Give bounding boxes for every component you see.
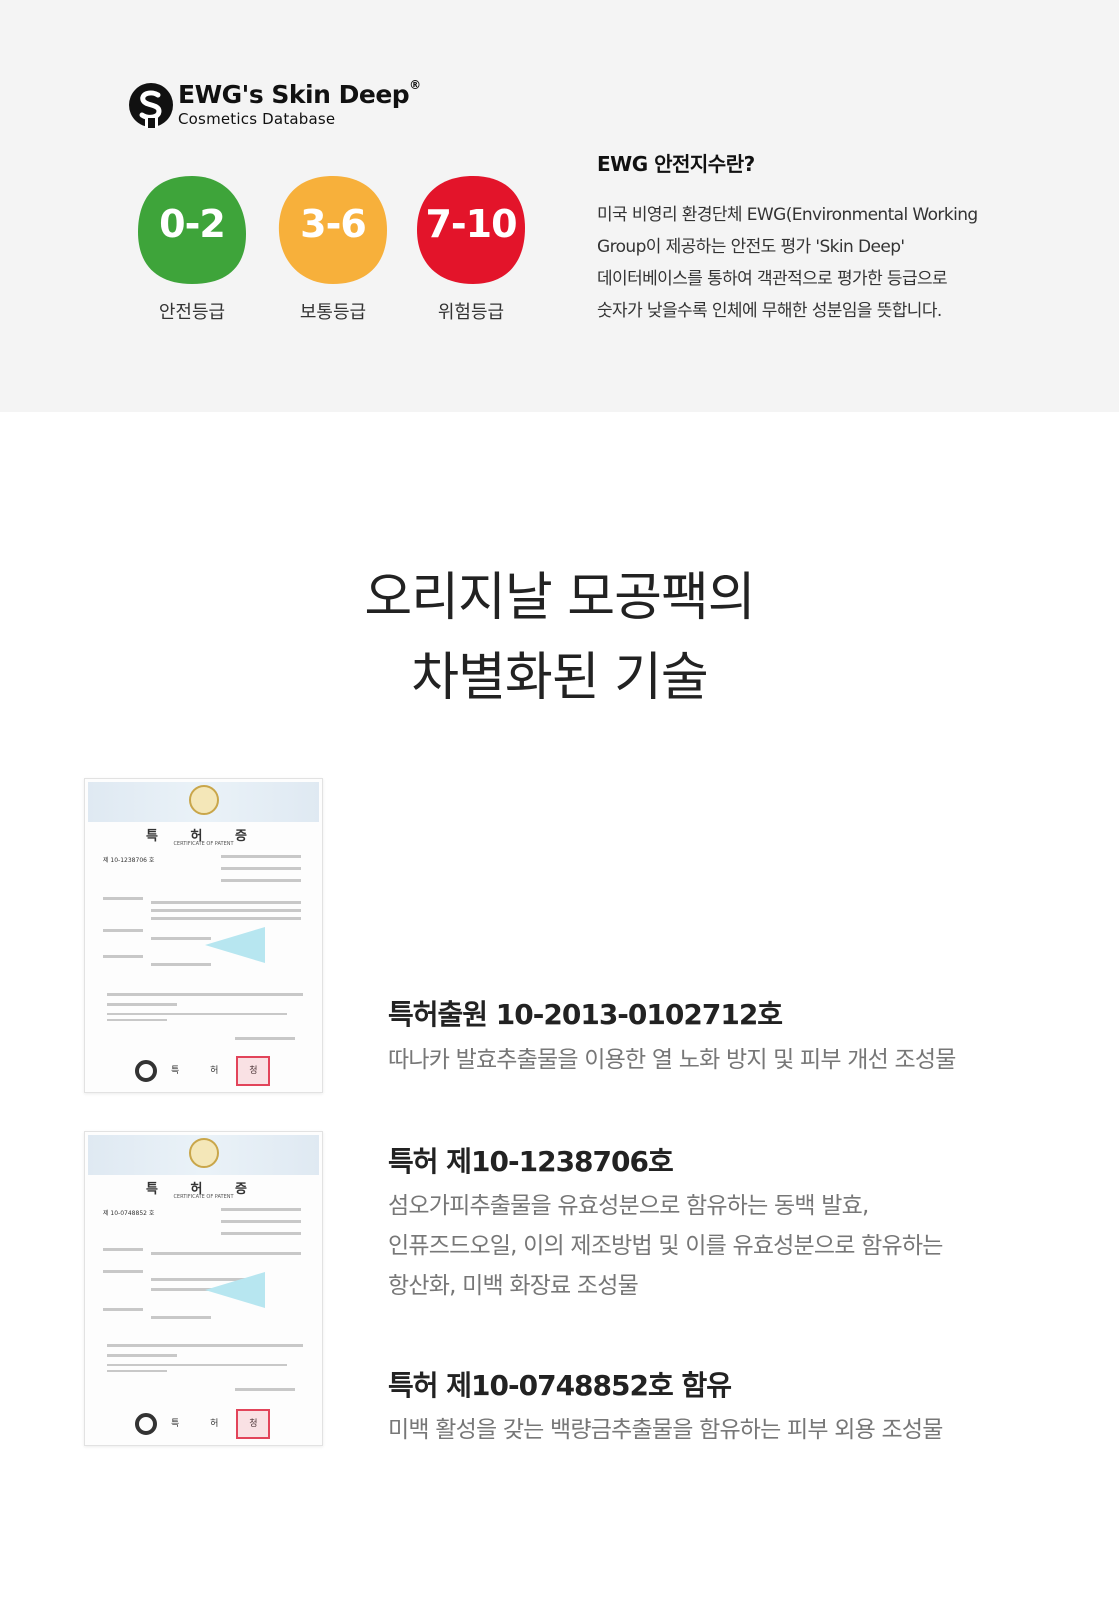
ewg-info-line: 숫자가 낮을수록 인체에 무해한 성분임을 뜻합니다. (597, 301, 942, 321)
grade-safe-badge: 0-2 (136, 174, 248, 286)
certificate-subtitle: CERTIFICATE OF PATENT (173, 1194, 234, 1200)
grade-moderate: 3-6 보통등급 (277, 174, 389, 324)
ewg-info-title: EWG 안전지수란? (597, 152, 755, 176)
grade-moderate-badge: 3-6 (277, 174, 389, 286)
patent-title-3: 특허 제10-0748852호 함유 (388, 1369, 732, 1402)
logo-subtitle: Cosmetics Database (178, 110, 336, 128)
grade-moderate-label: 보통등급 (299, 302, 367, 323)
patent-desc-line: 인퓨즈드오일, 이의 제조방법 및 이를 유효성분으로 함유하는 (388, 1233, 943, 1259)
patent-desc-line: 따나카 발효추출물을 이용한 열 노화 방지 및 피부 개선 조성물 (388, 1047, 956, 1073)
grade-hazard-label: 위험등급 (437, 302, 505, 323)
headline-line-2: 차별화된 기술 (411, 648, 709, 708)
government-seal-icon (189, 785, 219, 815)
grade-hazard-range: 7-10 (425, 202, 517, 246)
ewg-info-line: Group이 제공하는 안전도 평가 'Skin Deep' (597, 237, 905, 257)
certificate-number: 제 10-1238706 호 (103, 857, 155, 864)
patent-desc-line: 섬오가피추출물을 유효성분으로 함유하는 동백 발효, (388, 1193, 869, 1219)
patent-office-logo-icon (135, 1413, 157, 1435)
official-stamp-icon (236, 1056, 270, 1086)
ewg-info-line: 미국 비영리 환경단체 EWG(Environmental Working (597, 205, 978, 225)
official-stamp-icon (236, 1409, 270, 1439)
patent-desc-1: 따나카 발효추출물을 이용한 열 노화 방지 및 피부 개선 조성물 (388, 1040, 956, 1080)
headline-line-1: 오리지날 모공팩의 (364, 568, 755, 628)
patent-desc-3: 미백 활성을 갖는 백량금추출물을 함유하는 피부 외용 조성물 (388, 1410, 943, 1450)
grade-safe: 0-2 안전등급 (136, 174, 248, 324)
grade-hazard: 7-10 위험등급 (415, 174, 527, 324)
skin-deep-logo-icon (129, 83, 173, 128)
patent-title-2: 특허 제10-1238706호 (388, 1145, 674, 1178)
ewg-logo: EWG's Skin Deep® Cosmetics Database (128, 78, 428, 130)
patent-certificate-image-2: 특 허 증 CERTIFICATE OF PATENT 제 10-0748852… (84, 1131, 323, 1446)
ewg-info-text: 미국 비영리 환경단체 EWG(Environmental Working Gr… (597, 199, 1037, 327)
patent-desc-line: 항산화, 미백 화장료 조성물 (388, 1273, 639, 1299)
grade-safe-label: 안전등급 (158, 302, 226, 323)
certificate-number: 제 10-0748852 호 (103, 1210, 155, 1217)
ewg-info: EWG 안전지수란? 미국 비영리 환경단체 EWG(Environmental… (597, 148, 1037, 327)
grade-safe-range: 0-2 (159, 202, 226, 246)
patent-desc-line: 미백 활성을 갖는 백량금추출물을 함유하는 피부 외용 조성물 (388, 1417, 943, 1443)
patent-title-1: 특허출원 10-2013-0102712호 (388, 998, 783, 1031)
patent-office-logo-icon (135, 1060, 157, 1082)
patent-desc-2: 섬오가피추출물을 유효성분으로 함유하는 동백 발효, 인퓨즈드오일, 이의 제… (388, 1186, 943, 1306)
certificate-subtitle: CERTIFICATE OF PATENT (173, 841, 234, 847)
patent-certificate-image-1: 특 허 증 CERTIFICATE OF PATENT 제 10-1238706… (84, 778, 323, 1093)
logo-title: EWG's Skin Deep® (178, 78, 421, 109)
government-seal-icon (189, 1138, 219, 1168)
ewg-info-line: 데이터베이스를 통하여 객관적으로 평가한 등급으로 (597, 269, 948, 289)
ewg-section: EWG's Skin Deep® Cosmetics Database 0-2 … (0, 0, 1119, 412)
section-headline: 오리지날 모공팩의 차별화된 기술 (0, 558, 1119, 718)
grade-hazard-badge: 7-10 (415, 174, 527, 286)
grade-moderate-range: 3-6 (300, 202, 367, 246)
